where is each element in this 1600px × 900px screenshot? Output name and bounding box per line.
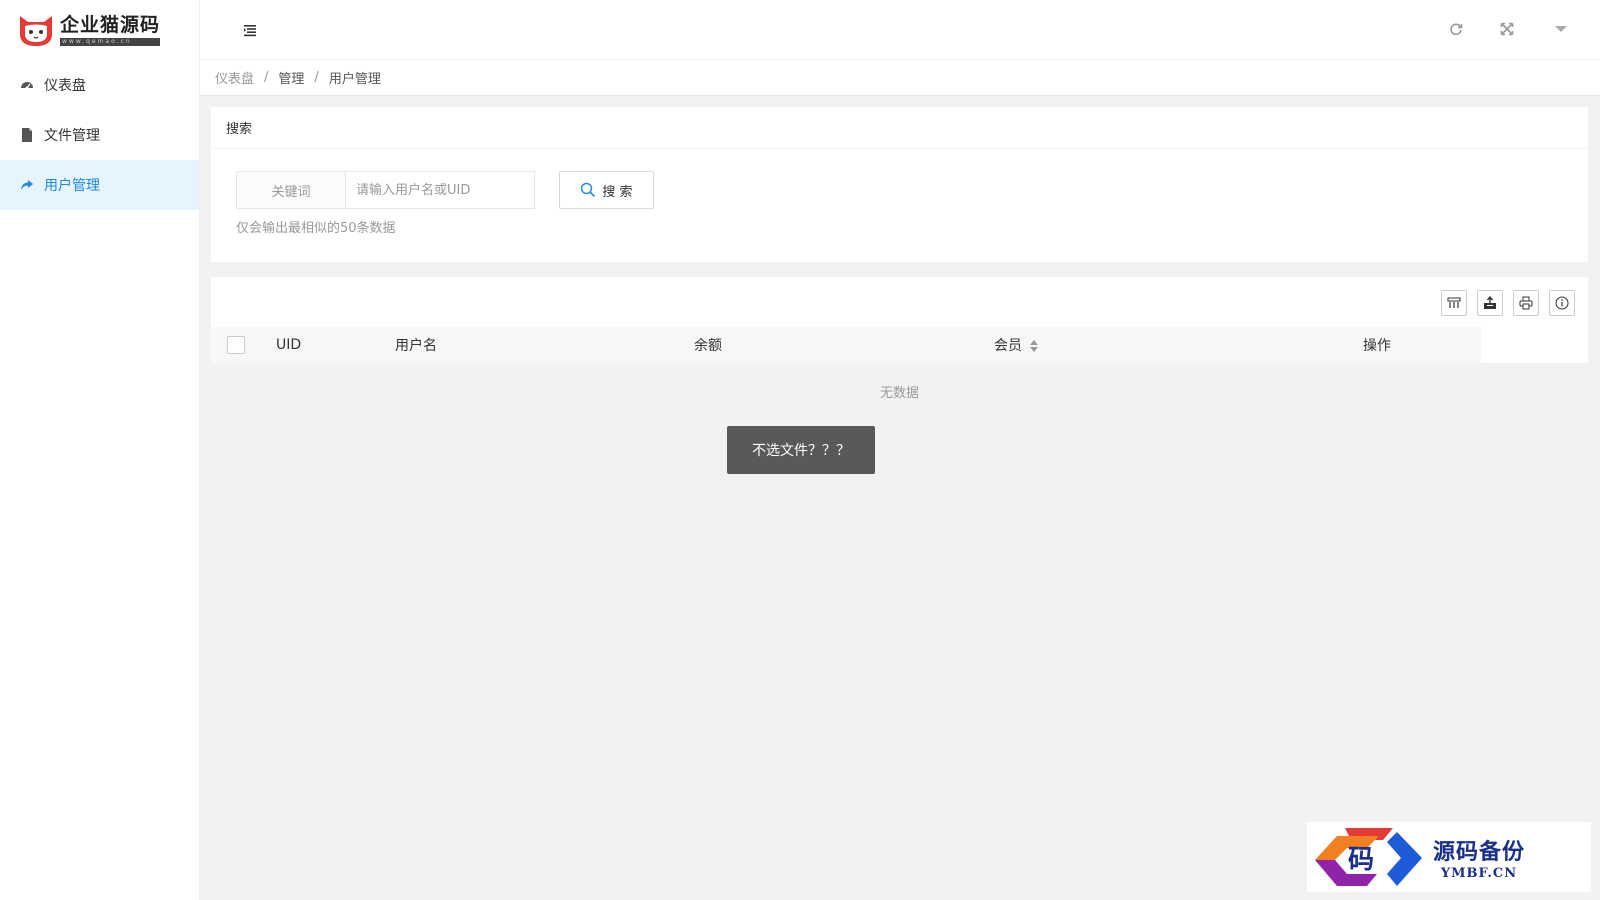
search-button-label: 搜 索 [602, 184, 633, 200]
search-card-title: 搜索 [211, 107, 1588, 149]
column-header-balance: 余额 [694, 338, 722, 354]
logo[interactable]: 企业猫源码 www.qemao.cn [0, 0, 199, 60]
cat-logo-icon [20, 16, 52, 46]
column-header-member[interactable]: 会员 [994, 335, 1038, 355]
search-card: 搜索 关键词 搜 索 仅会输出最相似的50条数据 [211, 107, 1588, 262]
watermark-title: 源码备份 [1433, 838, 1526, 865]
search-button[interactable]: 搜 索 [559, 171, 654, 209]
export-icon[interactable] [1477, 290, 1503, 316]
select-all-checkbox[interactable] [227, 336, 245, 354]
breadcrumb-separator: / [314, 70, 319, 85]
toast-message: 不选文件？？？ [727, 426, 875, 474]
table-empty-text: 无数据 [879, 386, 919, 401]
sidebar-item-dashboard[interactable]: 仪表盘 [0, 60, 199, 110]
keyword-label: 关键词 [236, 171, 345, 209]
column-header-member-label: 会员 [994, 338, 1022, 354]
search-icon [581, 182, 596, 198]
column-header-actions: 操作 [1363, 338, 1391, 354]
table-header: UID 用户名 余额 会员 操作 [211, 327, 1481, 363]
column-header-uid: UID [276, 337, 302, 353]
breadcrumb: 仪表盘 / 管理 / 用户管理 [200, 60, 1600, 96]
file-icon [20, 128, 34, 142]
table-header-spacer [1481, 327, 1588, 363]
columns-icon[interactable] [1441, 290, 1467, 316]
sidebar-item-user-management[interactable]: 用户管理 [0, 160, 199, 210]
column-header-username: 用户名 [395, 338, 437, 354]
sidebar-item-label: 仪表盘 [44, 78, 86, 94]
top-bar [200, 0, 1600, 60]
breadcrumb-dashboard[interactable]: 仪表盘 [215, 68, 254, 87]
logo-title: 企业猫源码 [60, 14, 161, 36]
menu-toggle-icon[interactable] [242, 22, 258, 38]
search-input[interactable] [345, 171, 535, 209]
sort-icon[interactable] [1030, 340, 1038, 352]
share-icon [20, 178, 34, 192]
sidebar-item-file-management[interactable]: 文件管理 [0, 110, 199, 160]
dashboard-icon [20, 78, 34, 92]
print-icon[interactable] [1513, 290, 1539, 316]
dropdown-caret-icon[interactable] [1552, 20, 1570, 38]
info-icon[interactable] [1549, 290, 1575, 316]
search-hint: 仅会输出最相似的50条数据 [236, 221, 396, 236]
watermark: 码 源码备份 YMBF.CN [1307, 822, 1591, 892]
sidebar-item-label: 文件管理 [44, 128, 100, 144]
table-card: UID 用户名 余额 会员 操作 [211, 277, 1588, 363]
fullscreen-icon[interactable] [1498, 20, 1516, 38]
logo-subtitle: www.qemao.cn [60, 38, 161, 46]
breadcrumb-management[interactable]: 管理 [278, 68, 304, 87]
refresh-icon[interactable] [1447, 20, 1465, 38]
watermark-domain: YMBF.CN [1440, 865, 1518, 881]
watermark-glyph: 码 [1348, 845, 1374, 875]
sidebar: 企业猫源码 www.qemao.cn 仪表盘 文件管理 用户管理 [0, 0, 200, 900]
sidebar-item-label: 用户管理 [44, 178, 100, 194]
breadcrumb-user-management: 用户管理 [328, 72, 381, 87]
breadcrumb-separator: / [264, 70, 269, 85]
code-watermark-icon: 码 [1315, 828, 1422, 886]
